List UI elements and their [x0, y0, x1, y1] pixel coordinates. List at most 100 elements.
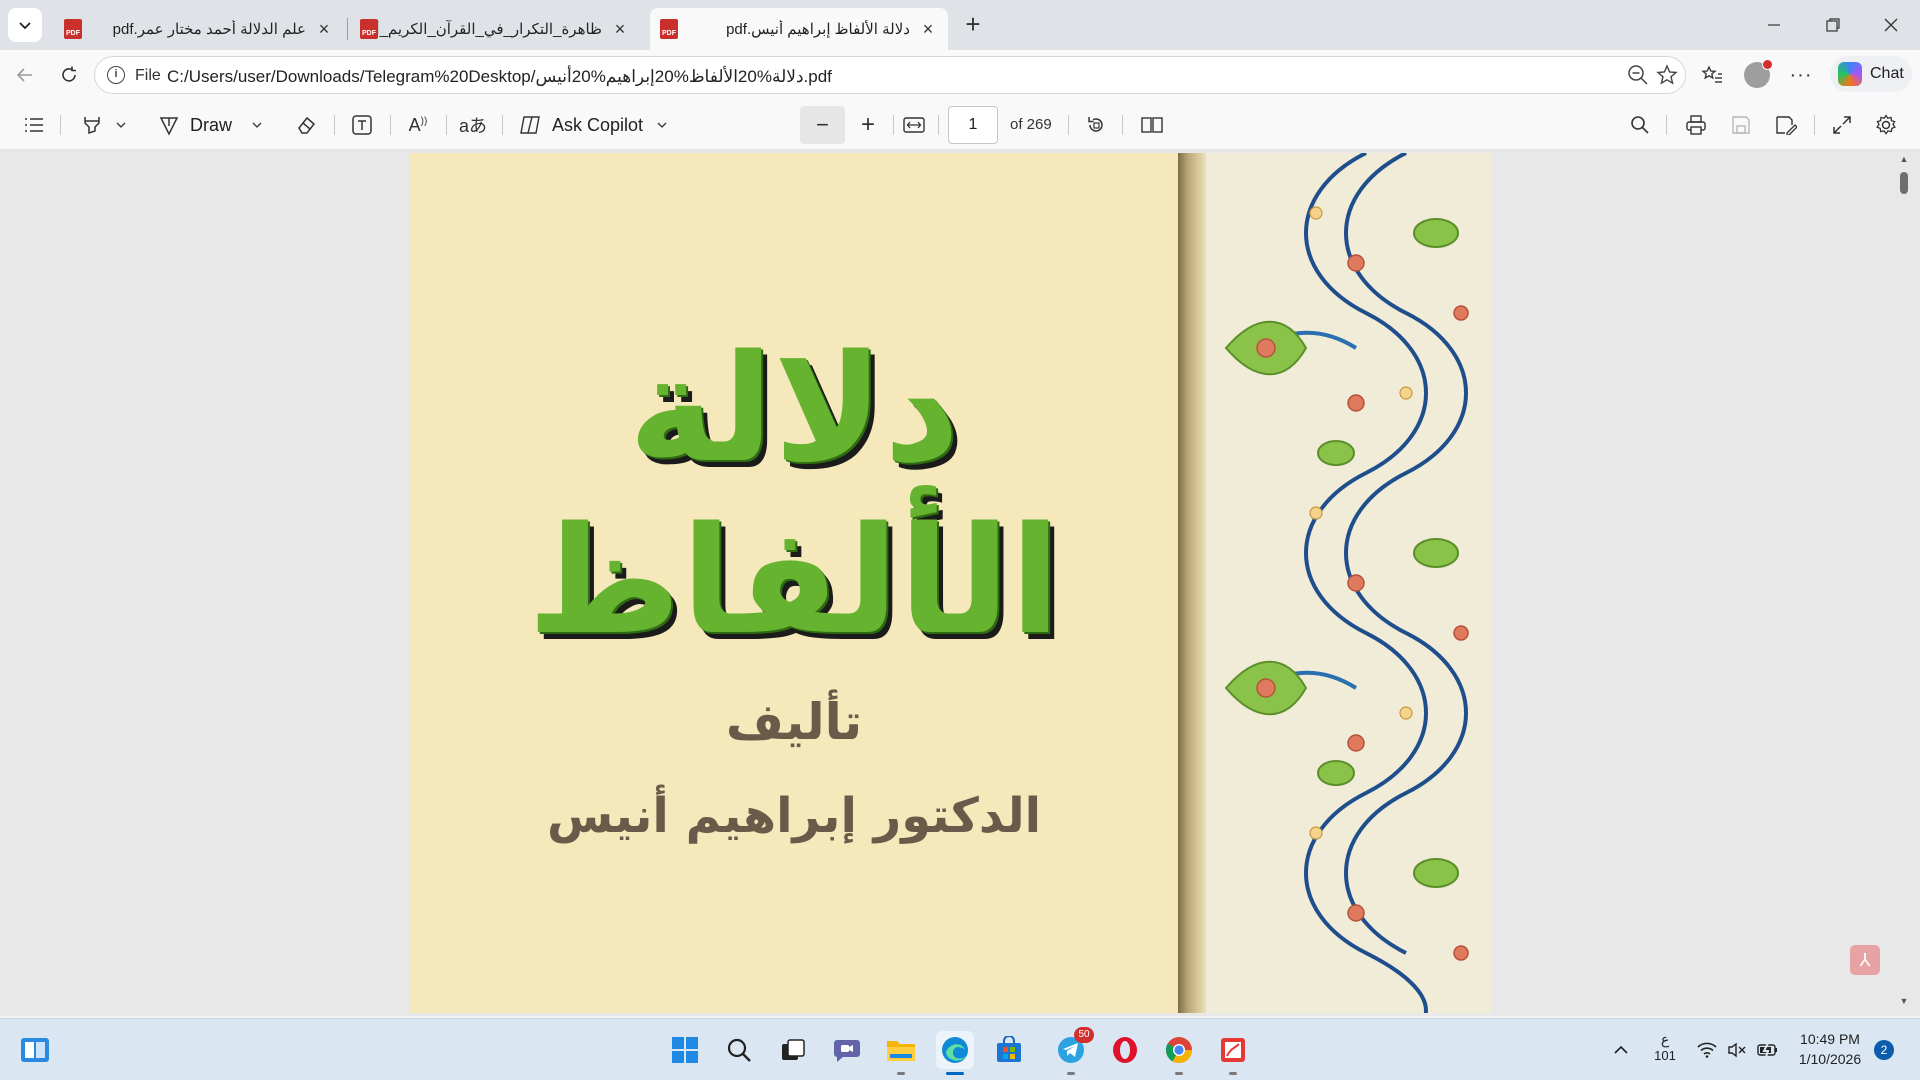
- save-as-icon: [1776, 116, 1797, 135]
- acrobat-icon[interactable]: ⅄: [1850, 945, 1880, 975]
- back-button[interactable]: [8, 58, 42, 92]
- address-bar[interactable]: i File C:/Users/user/Downloads/Telegram%…: [94, 56, 1686, 94]
- close-window-button[interactable]: [1862, 0, 1920, 50]
- search-taskbar-button[interactable]: [720, 1031, 758, 1069]
- page-number-input[interactable]: 1: [948, 106, 998, 144]
- highlighter-icon: [84, 117, 100, 135]
- save-disk-icon: [1732, 116, 1750, 134]
- minimize-icon: [1768, 24, 1780, 26]
- toolbar-divider: [502, 115, 503, 135]
- pdf-page: دلالة الألفاظ تأليف الدكتور إبراهيم أنيس: [410, 153, 1491, 1013]
- widgets-button[interactable]: [16, 1031, 54, 1069]
- url-text[interactable]: C:/Users/user/Downloads/Telegram%20Deskt…: [167, 67, 832, 87]
- file-explorer-button[interactable]: [882, 1031, 920, 1075]
- scrollbar-thumb[interactable]: [1900, 172, 1908, 194]
- contents-button[interactable]: [18, 109, 50, 141]
- toolbar-divider: [1068, 115, 1069, 135]
- zoom-in-button[interactable]: +: [852, 109, 884, 141]
- clock-date: 1/10/2026: [1798, 1051, 1862, 1067]
- chrome-button[interactable]: [1160, 1031, 1198, 1075]
- toolbar-divider: [1814, 115, 1815, 135]
- telegram-button[interactable]: 50: [1052, 1027, 1094, 1075]
- clock[interactable]: 10:49 PM 1/10/2026: [1790, 1031, 1870, 1067]
- close-tab-icon[interactable]: ×: [918, 19, 938, 40]
- rotate-icon: [1088, 117, 1103, 132]
- vertical-scrollbar[interactable]: ▲ ▼: [1896, 150, 1912, 1016]
- rotate-button[interactable]: [1080, 109, 1112, 141]
- refresh-icon: [62, 66, 76, 82]
- close-tab-icon[interactable]: ×: [610, 19, 630, 40]
- restore-button[interactable]: [1804, 0, 1862, 50]
- tab-pdf-2[interactable]: PDF ظاهرة_التكرار_في_القرآن_الكريم_أغراض…: [350, 8, 640, 50]
- favorites-list-icon: [1701, 65, 1722, 83]
- teams-chat-button[interactable]: [828, 1031, 866, 1069]
- more-options-button[interactable]: ···: [1784, 58, 1818, 92]
- binding-shadow: [1178, 153, 1206, 1013]
- zoom-icon[interactable]: [1626, 64, 1650, 88]
- erase-button[interactable]: [290, 109, 322, 141]
- running-indicator: [1175, 1072, 1183, 1075]
- favorites-button[interactable]: [1695, 58, 1729, 92]
- pdf-reader-icon: [1221, 1038, 1245, 1062]
- opera-button[interactable]: [1106, 1031, 1144, 1069]
- chevron-down-icon[interactable]: [252, 120, 262, 130]
- restore-icon: [1826, 18, 1840, 32]
- ask-copilot-button[interactable]: Ask Copilot: [518, 109, 678, 141]
- wifi-icon: [1697, 1042, 1717, 1058]
- minimize-button[interactable]: [1745, 0, 1803, 50]
- add-text-button[interactable]: [346, 109, 378, 141]
- tab-actions-menu-button[interactable]: [8, 8, 42, 42]
- scroll-down-arrow-icon[interactable]: ▼: [1899, 996, 1909, 1006]
- running-indicator: [1229, 1072, 1237, 1075]
- translate-button[interactable]: aあ: [456, 109, 490, 141]
- site-info-icon[interactable]: i: [107, 66, 125, 84]
- tab-pdf-1[interactable]: PDF علم الدلالة أحمد مختار عمر.pdf ×: [54, 8, 344, 50]
- windows-logo-icon: [672, 1037, 698, 1063]
- cover-panel: دلالة الألفاظ تأليف الدكتور إبراهيم أنيس: [410, 153, 1178, 1013]
- fullscreen-button[interactable]: [1826, 109, 1858, 141]
- new-tab-button[interactable]: +: [958, 10, 988, 40]
- show-hidden-icons-button[interactable]: [1602, 1031, 1640, 1069]
- save-as-button[interactable]: [1770, 109, 1802, 141]
- notification-count-badge[interactable]: 2: [1874, 1040, 1894, 1060]
- fit-to-width-button[interactable]: [898, 109, 930, 141]
- widgets-icon: [21, 1038, 49, 1062]
- favorite-star-icon[interactable]: [1655, 64, 1679, 88]
- edge-button[interactable]: [936, 1031, 974, 1075]
- print-button[interactable]: [1680, 109, 1712, 141]
- copilot-chat-button[interactable]: Chat: [1830, 56, 1912, 92]
- pdf-reader-button[interactable]: [1214, 1031, 1252, 1075]
- pdf-viewer[interactable]: دلالة الألفاظ تأليف الدكتور إبراهيم أنيس: [0, 150, 1920, 1016]
- store-button[interactable]: [990, 1031, 1028, 1069]
- chevron-down-icon: [19, 22, 31, 30]
- input-language-indicator[interactable]: ع 101: [1650, 1031, 1680, 1063]
- read-aloud-button[interactable]: A)): [402, 109, 434, 141]
- chevron-down-icon[interactable]: [116, 120, 126, 130]
- refresh-button[interactable]: [52, 58, 86, 92]
- start-button[interactable]: [666, 1031, 704, 1069]
- close-tab-icon[interactable]: ×: [314, 19, 334, 40]
- tab-pdf-3-active[interactable]: PDF دلالة الألفاظ إبراهيم أنيس.pdf ×: [650, 8, 948, 50]
- pdf-file-icon: PDF: [660, 19, 678, 39]
- pdf-toolbar: Draw A)) aあ Ask Copilot − + 1 of 269: [0, 100, 1920, 150]
- back-arrow-icon: [16, 68, 32, 82]
- two-page-view-icon: [1141, 117, 1163, 133]
- highlight-button[interactable]: [74, 109, 134, 141]
- quick-settings-button[interactable]: [1692, 1031, 1784, 1069]
- save-button[interactable]: [1725, 109, 1757, 141]
- copilot-icon: [1838, 62, 1862, 86]
- search-icon: [727, 1038, 751, 1062]
- zoom-out-button[interactable]: −: [800, 106, 845, 144]
- ask-copilot-label: Ask Copilot: [552, 114, 644, 135]
- scroll-up-arrow-icon[interactable]: ▲: [1899, 154, 1909, 164]
- ellipsis-icon: ···: [1789, 63, 1813, 86]
- page-view-button[interactable]: [1136, 109, 1168, 141]
- chevron-down-icon[interactable]: [657, 120, 667, 130]
- chat-label: Chat: [1870, 65, 1904, 82]
- task-view-button[interactable]: [774, 1031, 812, 1069]
- print-icon: [1686, 115, 1706, 135]
- draw-button[interactable]: Draw: [158, 109, 268, 141]
- pdf-settings-button[interactable]: [1870, 109, 1902, 141]
- profile-button[interactable]: [1740, 58, 1774, 92]
- find-button[interactable]: [1624, 109, 1656, 141]
